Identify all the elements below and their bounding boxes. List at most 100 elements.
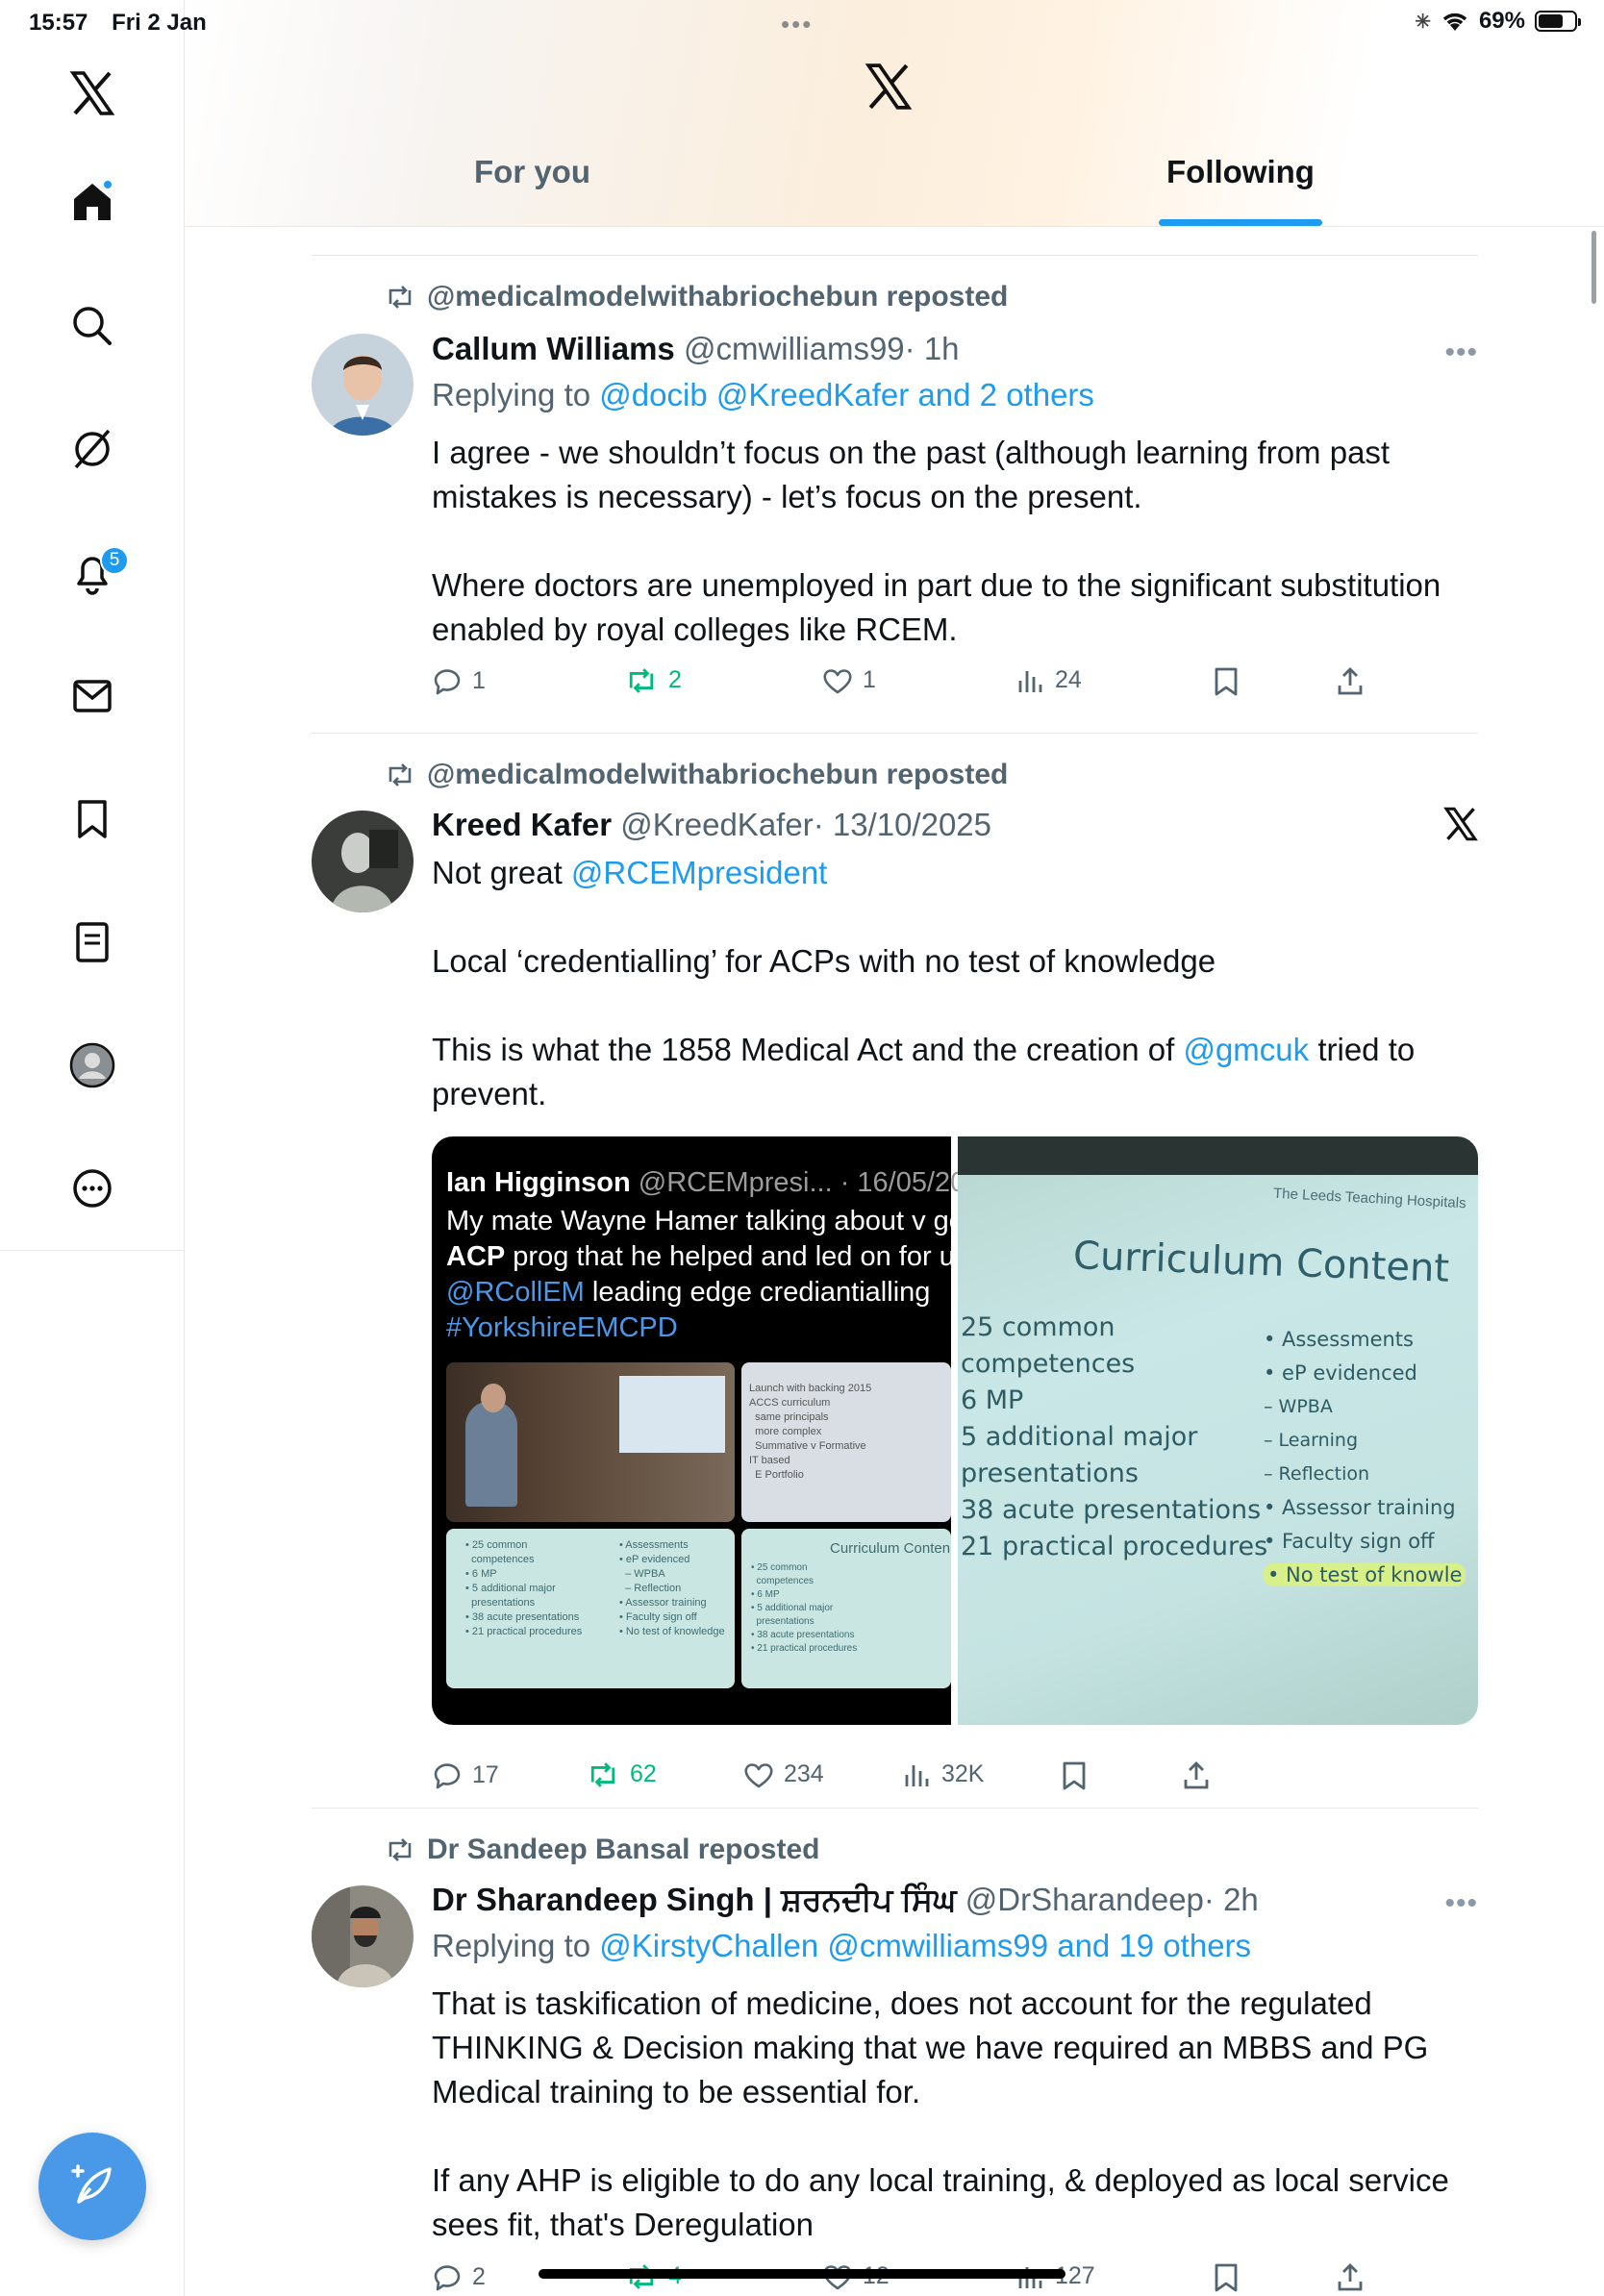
like-button[interactable]: 234 xyxy=(743,1760,824,1788)
scrollbar[interactable] xyxy=(1591,231,1596,304)
share-button[interactable] xyxy=(1182,1760,1211,1791)
repost-label: @medicalmodelwithabriochebun reposted xyxy=(427,759,1009,790)
post[interactable]: @medicalmodelwithabriochebun reposted Kr… xyxy=(312,734,1478,1808)
repost-button[interactable]: 2 xyxy=(624,666,682,694)
repost-label: Dr Sandeep Bansal reposted xyxy=(427,1834,820,1865)
mention-link[interactable]: @RCEMpresident xyxy=(571,855,827,890)
post-more-button[interactable]: ••• xyxy=(1444,337,1478,369)
tab-following[interactable]: Following xyxy=(1166,154,1315,190)
active-tab-indicator xyxy=(1159,219,1322,226)
like-count: 1 xyxy=(863,666,876,693)
grok-icon[interactable] xyxy=(63,420,121,478)
repost-icon xyxy=(388,286,412,309)
avatar[interactable] xyxy=(312,1885,414,1987)
post-text: This is what the 1858 Medical Act and th… xyxy=(432,1032,1175,1067)
repost-context: @medicalmodelwithabriochebun reposted xyxy=(385,281,1008,313)
share-button[interactable] xyxy=(1336,2262,1365,2293)
bookmark-button[interactable] xyxy=(1061,1760,1088,1791)
like-count: 234 xyxy=(784,1760,824,1787)
author-handle[interactable]: @DrSharandeep xyxy=(965,1882,1204,1917)
activity-icon: ✳ xyxy=(1415,11,1431,33)
reply-prefix: Replying to xyxy=(432,1928,591,1963)
tab-for-you[interactable]: For you xyxy=(474,154,590,190)
reply-button[interactable]: 2 xyxy=(432,2262,486,2291)
post-paragraph: That is taskification of medicine, does … xyxy=(432,1985,1429,2109)
share-icon xyxy=(1338,667,1363,695)
more-icon[interactable] xyxy=(63,1160,121,1217)
x-logo-icon xyxy=(1443,807,1478,846)
repost-count: 2 xyxy=(668,666,682,693)
repost-icon xyxy=(388,763,412,786)
home-icon[interactable] xyxy=(63,173,121,231)
post[interactable]: @medicalmodelwithabriochebun reposted Ca… xyxy=(312,256,1478,732)
x-logo-icon[interactable] xyxy=(865,63,913,114)
status-time: 15:57 xyxy=(29,10,88,36)
author-name[interactable]: Callum Williams xyxy=(432,331,675,366)
reply-button[interactable]: 1 xyxy=(432,666,486,695)
author-handle[interactable]: @KreedKafer xyxy=(620,807,813,842)
compose-post-button[interactable] xyxy=(38,2133,146,2240)
share-icon xyxy=(1184,1761,1209,1789)
reply-targets[interactable]: @docib @KreedKafer and 2 others xyxy=(599,377,1094,412)
slide-left-column: 25 common competences 6 MP 5 additional … xyxy=(961,1312,1268,1561)
status-bar: 15:57 Fri 2 Jan ••• ✳ 69% xyxy=(0,0,1604,46)
author-name[interactable]: Dr Sharandeep Singh | ਸ਼ਰਨਦੀਪ ਸਿੰਘ xyxy=(432,1882,957,1917)
notifications-badge: 5 xyxy=(100,546,129,575)
bookmark-icon xyxy=(1215,2263,1238,2292)
share-icon xyxy=(1338,2263,1363,2291)
reply-icon xyxy=(434,2265,461,2291)
profile-icon[interactable] xyxy=(63,1036,121,1094)
post-media[interactable]: Ian Higginson @RCEMpresi... · 16/05/201 … xyxy=(432,1136,1478,1725)
quoted-hashtag: #YorkshireEMCPD xyxy=(446,1312,678,1343)
post-time: · 2h xyxy=(1203,1882,1259,1917)
thumbnail-photo xyxy=(446,1362,735,1522)
post-paragraph: Where doctors are unemployed in part due… xyxy=(432,567,1441,647)
reply-button[interactable]: 17 xyxy=(432,1760,499,1789)
author-name[interactable]: Kreed Kafer xyxy=(432,807,612,842)
lists-icon[interactable] xyxy=(63,913,121,971)
mention-link[interactable]: @gmcuk xyxy=(1183,1032,1309,1067)
repost-button[interactable]: 62 xyxy=(586,1760,657,1788)
post-paragraph: Local ‘credentialling’ for ACPs with no … xyxy=(432,943,1216,979)
quoted-line: My mate Wayne Hamer talking about v go xyxy=(446,1206,965,1236)
battery-icon xyxy=(1535,11,1581,32)
post-actions: 17 62 234 32K xyxy=(432,1760,1480,1799)
multitasking-dots[interactable]: ••• xyxy=(781,10,813,39)
reply-targets[interactable]: @KirstyChallen @cmwilliams99 and 19 othe… xyxy=(599,1928,1251,1963)
x-logo-icon[interactable] xyxy=(63,64,121,122)
views-icon xyxy=(905,1764,929,1786)
thumbnail-slide: Launch with backing 2015 ACCS curriculum … xyxy=(741,1362,951,1522)
home-indicator[interactable] xyxy=(539,2269,1065,2279)
search-icon[interactable] xyxy=(63,297,121,355)
notifications-icon[interactable]: 5 xyxy=(63,544,129,602)
media-image-screenshot[interactable]: Ian Higginson @RCEMpresi... · 16/05/201 … xyxy=(432,1136,981,1725)
avatar[interactable] xyxy=(312,334,414,436)
thumbnail-slide: • 25 common competences • 6 MP • 5 additio… xyxy=(446,1529,735,1688)
author-handle[interactable]: @cmwilliams99 xyxy=(684,331,905,366)
status-time-date: 15:57 Fri 2 Jan xyxy=(29,10,224,37)
author-line: Kreed Kafer @KreedKafer· 13/10/2025 xyxy=(432,807,991,843)
view-count: 32K xyxy=(941,1760,985,1787)
views-button[interactable]: 32K xyxy=(903,1760,984,1788)
messages-icon[interactable] xyxy=(63,667,121,725)
bookmark-button[interactable] xyxy=(1213,2262,1240,2293)
post-time: · 13/10/2025 xyxy=(813,807,992,842)
reply-count: 2 xyxy=(472,2262,486,2290)
bookmark-button[interactable] xyxy=(1213,666,1240,697)
bookmarks-icon[interactable] xyxy=(63,790,121,848)
post-paragraph: If any AHP is eligible to do any local t… xyxy=(432,2162,1449,2242)
post-actions: 2 4 12 127 xyxy=(432,2262,1480,2296)
views-button[interactable]: 24 xyxy=(1016,666,1082,694)
media-image-slide[interactable]: The Leeds Teaching Hospitals Curriculum … xyxy=(958,1136,1478,1725)
post-body: Not great @RCEMpresident Local ‘credenti… xyxy=(432,851,1480,1116)
reply-context: Replying to @docib @KreedKafer and 2 oth… xyxy=(432,377,1094,413)
battery-percent: 69% xyxy=(1478,8,1525,34)
post-paragraph: This is what the 1858 Medical Act and th… xyxy=(432,1028,1480,1116)
share-button[interactable] xyxy=(1336,666,1365,697)
avatar[interactable] xyxy=(312,811,414,912)
sidebar-divider xyxy=(0,1250,185,1251)
post-more-button[interactable]: ••• xyxy=(1444,1887,1478,1920)
like-button[interactable]: 1 xyxy=(822,666,876,694)
post[interactable]: Dr Sandeep Bansal reposted Dr Sharandeep… xyxy=(312,1809,1478,2296)
quoted-author-handle: @RCEMpresi... · 16/05/201 xyxy=(638,1167,982,1198)
